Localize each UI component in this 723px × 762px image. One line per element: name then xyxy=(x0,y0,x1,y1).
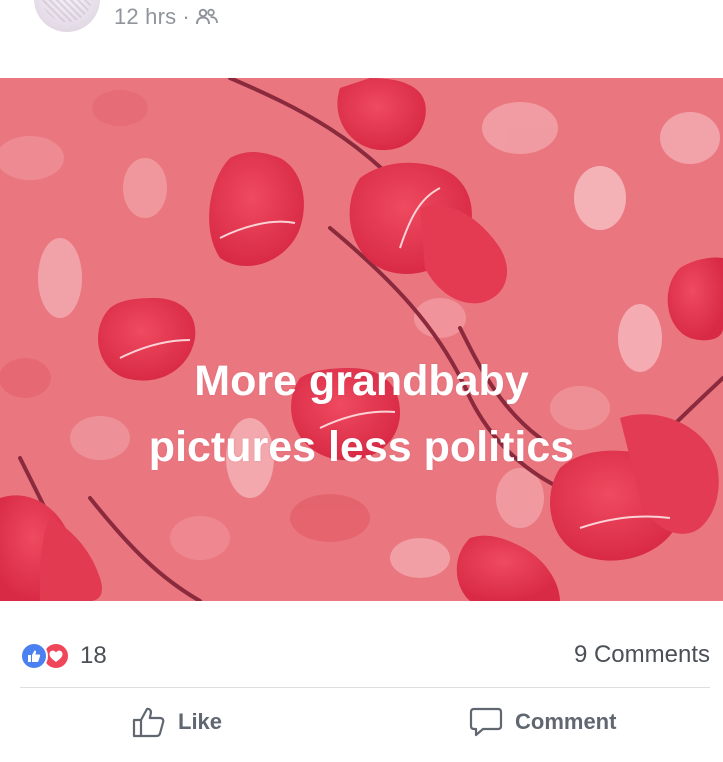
image-caption: More grandbaby pictures less politics xyxy=(0,353,723,475)
post-timestamp[interactable]: 12 hrs xyxy=(114,4,176,30)
friends-icon[interactable] xyxy=(195,8,218,26)
meta-separator: · xyxy=(182,4,190,29)
image-caption-line-2: pictures less politics xyxy=(148,423,575,471)
comment-bubble-icon xyxy=(469,706,515,738)
comments-count-link[interactable]: 9 Comments xyxy=(574,641,710,669)
image-caption-line-1: More grandbaby xyxy=(194,357,529,405)
post-meta: 12 hrs · xyxy=(114,2,218,32)
avatar[interactable] xyxy=(34,0,100,32)
post-actions: Like Comment xyxy=(0,688,723,762)
thumbs-up-icon xyxy=(132,706,178,738)
like-reaction-icon xyxy=(20,642,48,670)
comment-button[interactable]: Comment xyxy=(469,706,616,738)
reaction-count: 18 xyxy=(80,642,107,669)
like-button-label: Like xyxy=(178,709,223,734)
post-stats: 18 9 Comments xyxy=(0,601,723,687)
post-header: 12 hrs · xyxy=(0,0,723,78)
like-button[interactable]: Like xyxy=(132,706,222,738)
reactions-summary[interactable]: 18 xyxy=(20,642,107,670)
post-image[interactable]: More grandbaby pictures less politics xyxy=(0,78,723,601)
facebook-post: 12 hrs · More grandbaby pictures less po… xyxy=(0,0,723,762)
comment-button-label: Comment xyxy=(515,709,617,734)
floral-background xyxy=(0,78,723,601)
